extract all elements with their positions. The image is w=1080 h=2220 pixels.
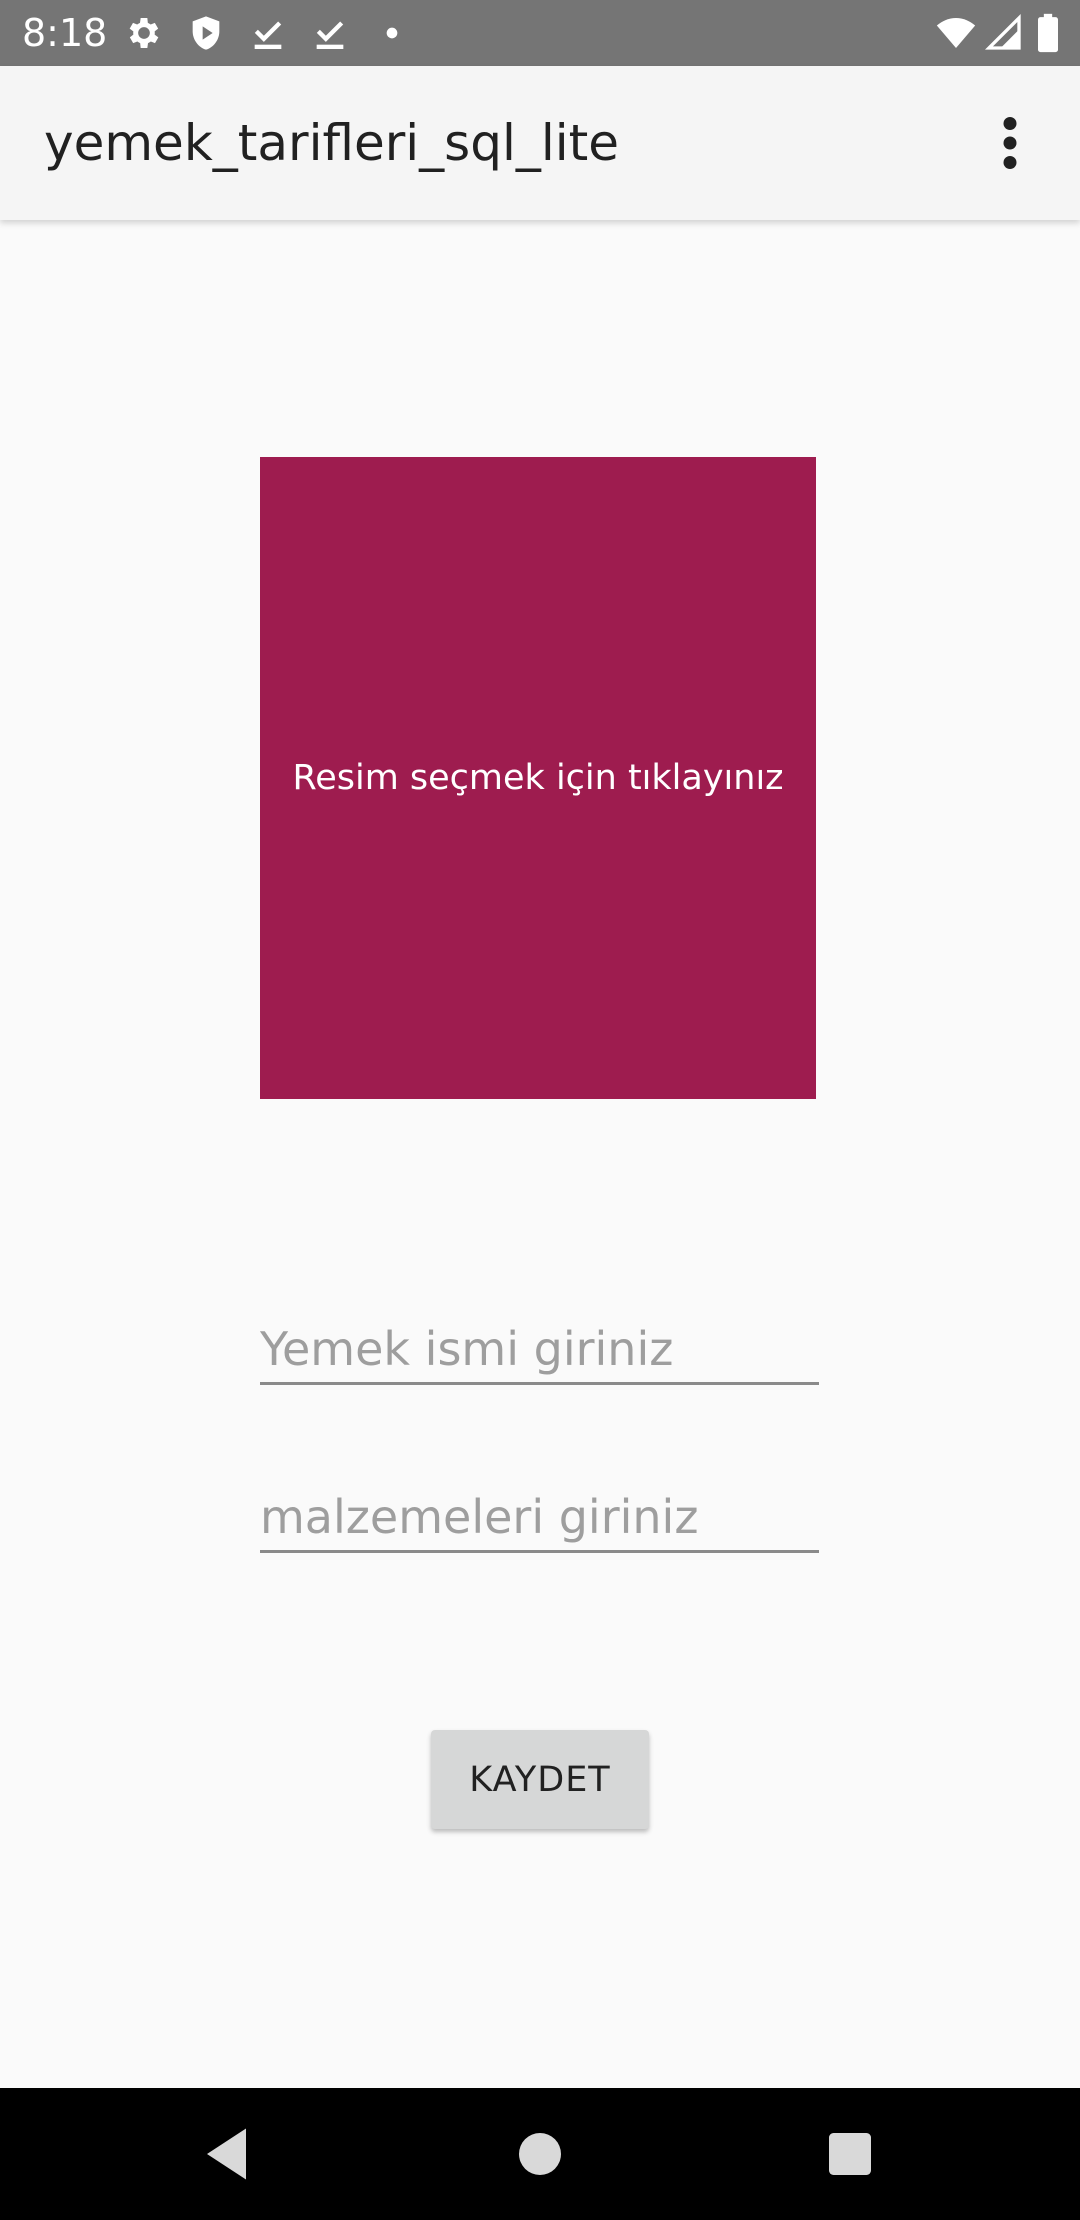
status-bar: 8:18 [0,0,1080,66]
wifi-icon [934,13,978,53]
download-done-icon [248,13,288,53]
download-done-icon [310,13,350,53]
back-icon[interactable] [192,2118,264,2190]
image-picker[interactable]: Resim seçmek için tıklayınız [260,457,816,1099]
navigation-bar [0,2088,1080,2220]
shield-play-icon [186,13,226,53]
more-vertical-icon[interactable] [984,110,1036,176]
gear-icon [124,13,164,53]
home-icon[interactable] [504,2118,576,2190]
ingredients-input[interactable] [260,1483,819,1553]
app-bar: yemek_tarifleri_sql_lite [0,66,1080,220]
save-button[interactable]: KAYDET [431,1730,649,1829]
image-picker-label: Resim seçmek için tıklayınız [292,758,784,798]
battery-icon [1034,13,1062,53]
app-screen: 8:18 yemek_tarifleri_sql_lite Resim seçm… [0,0,1080,2220]
recipe-name-input[interactable] [260,1315,819,1385]
app-title: yemek_tarifleri_sql_lite [44,114,619,172]
signal-icon [984,13,1024,53]
recents-icon[interactable] [814,2118,886,2190]
dot-icon [372,13,412,53]
status-time: 8:18 [22,11,108,55]
